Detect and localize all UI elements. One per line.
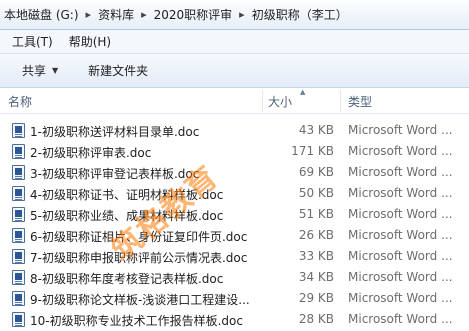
- file-size: 50 KB: [298, 186, 334, 200]
- file-list: 1-初级职称送评材料目录单.doc 43 KB Microsoft Word .…: [0, 114, 469, 331]
- new-folder-label: 新建文件夹: [88, 64, 149, 78]
- file-row[interactable]: 3-初级职称评审登记表样板.doc 69 KB Microsoft Word .…: [0, 162, 469, 183]
- file-type: Microsoft Word ...: [348, 228, 453, 242]
- new-folder-button[interactable]: 新建文件夹: [80, 58, 156, 83]
- file-size: 29 KB: [298, 291, 334, 305]
- menu-tools[interactable]: 工具(T): [4, 33, 61, 50]
- file-name: 10-初级职称专业技术工作报告样板.doc: [30, 314, 243, 328]
- column-size[interactable]: 大小: [268, 93, 292, 110]
- file-name: 7-初级职称申报职称评前公示情况表.doc: [30, 251, 248, 265]
- file-name: 2-初级职称评审表.doc: [30, 146, 152, 160]
- file-name: 6-初级职称证相片、身份证复印件页.doc: [30, 230, 248, 244]
- breadcrumb-drive[interactable]: 本地磁盘 (G:): [4, 6, 79, 23]
- share-label: 共享: [22, 64, 47, 78]
- file-type: Microsoft Word ...: [348, 165, 453, 179]
- column-divider[interactable]: [262, 90, 263, 112]
- file-row[interactable]: 4-初级职称证书、证明材料样板.doc 50 KB Microsoft Word…: [0, 183, 469, 204]
- file-row[interactable]: 7-初级职称申报职称评前公示情况表.doc 33 KB Microsoft Wo…: [0, 246, 469, 267]
- file-row[interactable]: 5-初级职称业绩、成果材料样板.doc 51 KB Microsoft Word…: [0, 204, 469, 225]
- file-row[interactable]: 2-初级职称评审表.doc 171 KB Microsoft Word ...: [0, 141, 469, 162]
- column-divider[interactable]: [340, 90, 341, 112]
- share-button[interactable]: 共享 ▼: [14, 58, 66, 83]
- file-size: 51 KB: [298, 207, 334, 221]
- word-document-icon: [12, 312, 25, 327]
- breadcrumb-current[interactable]: 初级职称（李工）: [252, 6, 348, 23]
- word-document-icon: [12, 270, 25, 285]
- column-type[interactable]: 类型: [348, 93, 372, 110]
- file-name: 8-初级职称年度考核登记表样板.doc: [30, 272, 224, 286]
- file-row[interactable]: 6-初级职称证相片、身份证复印件页.doc 26 KB Microsoft Wo…: [0, 225, 469, 246]
- word-document-icon: [12, 186, 25, 201]
- chevron-down-icon: ▼: [52, 66, 59, 75]
- file-type: Microsoft Word ...: [348, 207, 453, 221]
- file-row[interactable]: 10-初级职称专业技术工作报告样板.doc 28 KB Microsoft Wo…: [0, 309, 469, 330]
- file-type: Microsoft Word ...: [348, 291, 453, 305]
- breadcrumb-library[interactable]: 资料库: [98, 6, 134, 23]
- word-document-icon: [12, 144, 25, 159]
- address-bar[interactable]: 本地磁盘 (G:) ▸ 资料库 ▸ 2020职称评审 ▸ 初级职称（李工）: [0, 0, 469, 30]
- word-document-icon: [12, 249, 25, 264]
- file-name: 1-初级职称送评材料目录单.doc: [30, 125, 200, 139]
- breadcrumb-review[interactable]: 2020职称评审: [154, 6, 233, 23]
- menu-help[interactable]: 帮助(H): [61, 33, 119, 50]
- column-name[interactable]: 名称: [8, 93, 32, 110]
- file-type: Microsoft Word ...: [348, 312, 453, 326]
- file-size: 33 KB: [298, 249, 334, 263]
- word-document-icon: [12, 207, 25, 222]
- file-type: Microsoft Word ...: [348, 123, 453, 137]
- file-name: 5-初级职称业绩、成果材料样板.doc: [30, 209, 224, 223]
- breadcrumb-separator-icon: ▸: [85, 8, 92, 21]
- file-type: Microsoft Word ...: [348, 249, 453, 263]
- file-type: Microsoft Word ...: [348, 270, 453, 284]
- menu-bar: 工具(T) 帮助(H): [0, 30, 469, 54]
- file-size: 43 KB: [298, 123, 334, 137]
- file-row[interactable]: 9-初级职称论文样板-浅谈港口工程建设... 29 KB Microsoft W…: [0, 288, 469, 309]
- file-size: 34 KB: [298, 270, 334, 284]
- file-size: 28 KB: [298, 312, 334, 326]
- file-type: Microsoft Word ...: [348, 144, 453, 158]
- word-document-icon: [12, 228, 25, 243]
- file-size: 26 KB: [298, 228, 334, 242]
- breadcrumb-separator-icon: ▸: [239, 8, 245, 21]
- file-name: 3-初级职称评审登记表样板.doc: [30, 167, 200, 181]
- file-row[interactable]: 1-初级职称送评材料目录单.doc 43 KB Microsoft Word .…: [0, 120, 469, 141]
- column-header: 名称 ▲ 大小 类型: [0, 88, 469, 114]
- word-document-icon: [12, 165, 25, 180]
- file-type: Microsoft Word ...: [348, 186, 453, 200]
- file-row[interactable]: 8-初级职称年度考核登记表样板.doc 34 KB Microsoft Word…: [0, 267, 469, 288]
- file-size: 171 KB: [291, 144, 334, 158]
- word-document-icon: [12, 123, 25, 138]
- file-name: 4-初级职称证书、证明材料样板.doc: [30, 188, 224, 202]
- word-document-icon: [12, 291, 25, 306]
- command-bar: 共享 ▼ 新建文件夹: [0, 54, 469, 88]
- sort-up-icon: ▲: [300, 88, 306, 96]
- file-size: 69 KB: [298, 165, 334, 179]
- file-name: 9-初级职称论文样板-浅谈港口工程建设...: [30, 293, 250, 307]
- breadcrumb-separator-icon: ▸: [141, 8, 147, 21]
